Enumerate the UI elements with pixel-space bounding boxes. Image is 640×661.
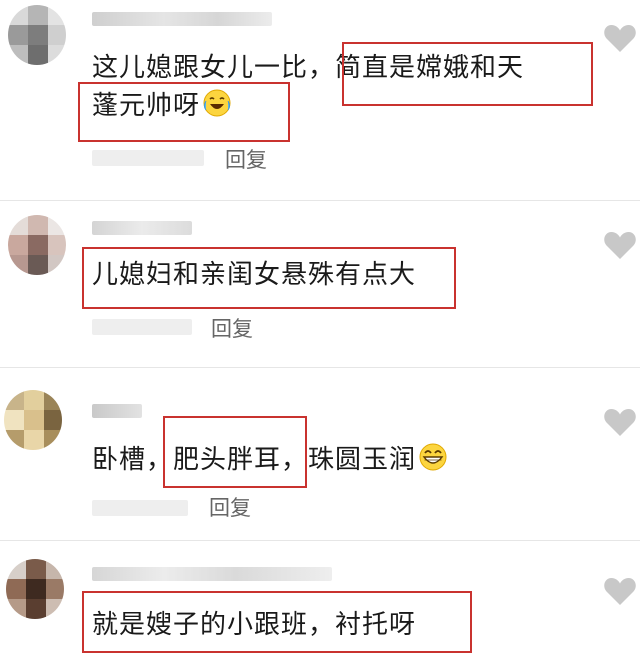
highlight-box xyxy=(82,247,456,309)
avatar[interactable] xyxy=(4,390,62,450)
timestamp-blurred xyxy=(92,150,204,166)
comment-item-1: 这儿媳跟女儿一比，简直是嫦娥和天 蓬元帅呀 回复 xyxy=(0,0,640,200)
timestamp-blurred xyxy=(92,500,188,516)
highlight-box xyxy=(342,42,593,106)
username-blurred[interactable] xyxy=(92,404,142,418)
like-heart-icon[interactable] xyxy=(603,406,637,438)
avatar[interactable] xyxy=(8,5,66,65)
highlight-box xyxy=(82,591,472,653)
avatar[interactable] xyxy=(6,559,64,619)
highlight-box xyxy=(163,416,307,488)
like-heart-icon[interactable] xyxy=(603,229,637,261)
reply-button[interactable]: 回复 xyxy=(211,317,253,341)
timestamp-blurred xyxy=(92,319,192,335)
grinning-emoji-icon xyxy=(418,442,448,480)
reply-button[interactable]: 回复 xyxy=(209,496,251,520)
username-blurred[interactable] xyxy=(92,12,272,26)
avatar[interactable] xyxy=(8,215,66,275)
comment-item-4: 就是嫂子的小跟班，衬托呀 xyxy=(0,541,640,661)
comment-item-2: 儿媳妇和亲闺女悬殊有点大 回复 xyxy=(0,201,640,367)
username-blurred[interactable] xyxy=(92,567,332,581)
like-heart-icon[interactable] xyxy=(603,575,637,607)
highlight-box xyxy=(78,82,290,142)
username-blurred[interactable] xyxy=(92,221,192,235)
like-heart-icon[interactable] xyxy=(603,22,637,54)
comment-item-3: 卧槽，肥头胖耳，珠圆玉润 回复 xyxy=(0,368,640,540)
reply-button[interactable]: 回复 xyxy=(225,148,267,172)
